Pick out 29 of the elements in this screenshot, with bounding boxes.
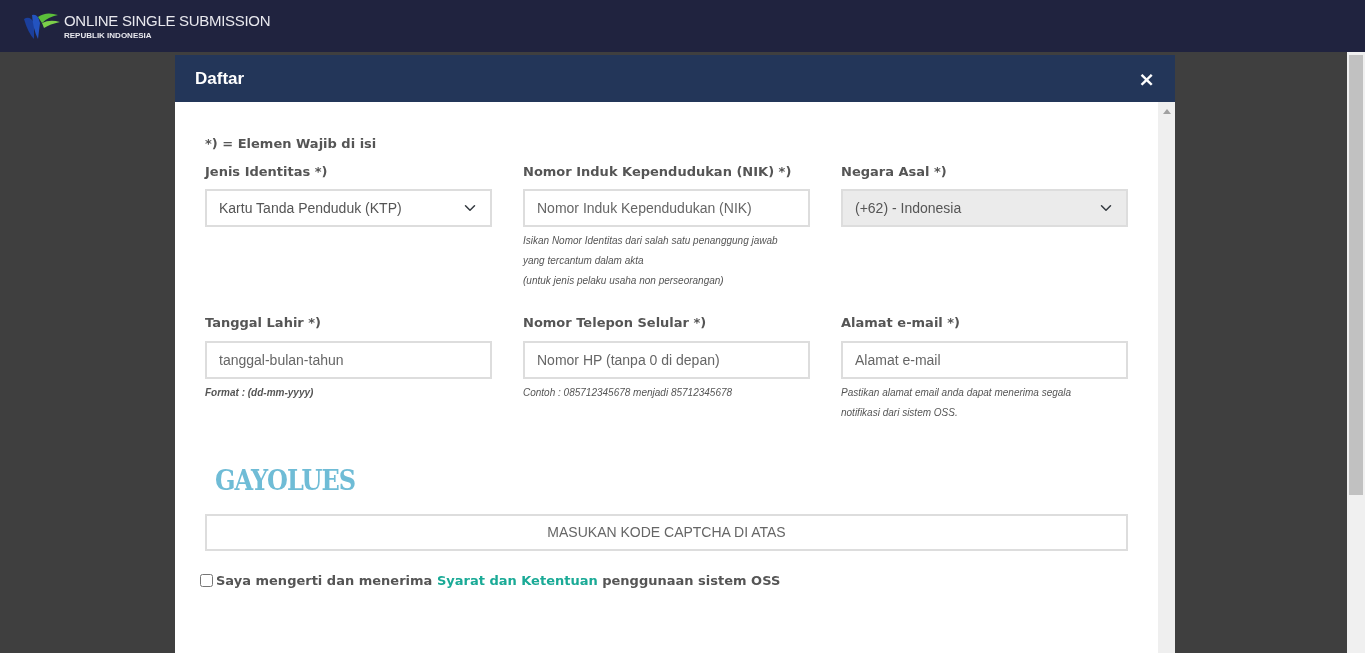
field-label: Nomor Telepon Selular *)	[523, 314, 708, 332]
captcha-image: GAYOLUES	[215, 462, 356, 499]
input-field[interactable]: Nomor HP (tanpa 0 di depan)	[523, 340, 810, 379]
field-label: Alamat e-mail *)	[841, 314, 962, 332]
dialog-scrollbar[interactable]	[1158, 102, 1175, 653]
field-label: Negara Asal *)	[841, 162, 948, 181]
agree-checkbox[interactable]	[200, 573, 213, 587]
field-label: Nomor Induk Kependudukan (NIK) *)	[523, 162, 793, 181]
agreement-text: Saya mengerti dan menerima Syarat dan Ketentuan penggunaan sistem OSS	[216, 571, 781, 590]
help-text: Isikan Nomor Identitas dari salah satu penanggung jawab	[523, 234, 779, 248]
help-text: notifikasi dari sistem OSS.	[841, 405, 959, 420]
page-scrollbar[interactable]	[1347, 52, 1365, 653]
brand-title: ONLINE SINGLE SUBMISSION	[64, 12, 271, 28]
help-text: Pastikan alamat email anda dapat menerima segala	[841, 385, 1073, 400]
captcha-field[interactable]: MASUKAN KODE CAPTCHA DI ATAS	[205, 513, 1128, 551]
dropdown[interactable]: Kartu Tanda Penduduk (KTP)	[205, 189, 492, 227]
help-text: yang tercantum dalam akta	[523, 254, 645, 268]
help-text: (untuk jenis pelaku usaha non perseorangan)	[523, 274, 725, 288]
input-field[interactable]: Nomor Induk Kependudukan (NIK)	[523, 189, 810, 227]
input-field[interactable]: Alamat e-mail	[841, 340, 1128, 379]
required-note: *) = Elemen Wajib di isi	[205, 135, 378, 153]
input-field[interactable]: tanggal-bulan-tahun	[205, 340, 492, 379]
help-text: Contoh : 085712345678 menjadi 85712345678	[523, 385, 734, 400]
brand-subtitle: REPUBLIK INDONESIA	[64, 31, 153, 40]
close-button[interactable]: ×	[1138, 68, 1155, 89]
field-label: Jenis Identitas *)	[205, 162, 329, 181]
dialog-title: Daftar	[195, 67, 245, 90]
field-label: Tanggal Lahir *)	[205, 314, 323, 332]
help-text: Format : (dd-mm-yyyy)	[205, 385, 315, 400]
